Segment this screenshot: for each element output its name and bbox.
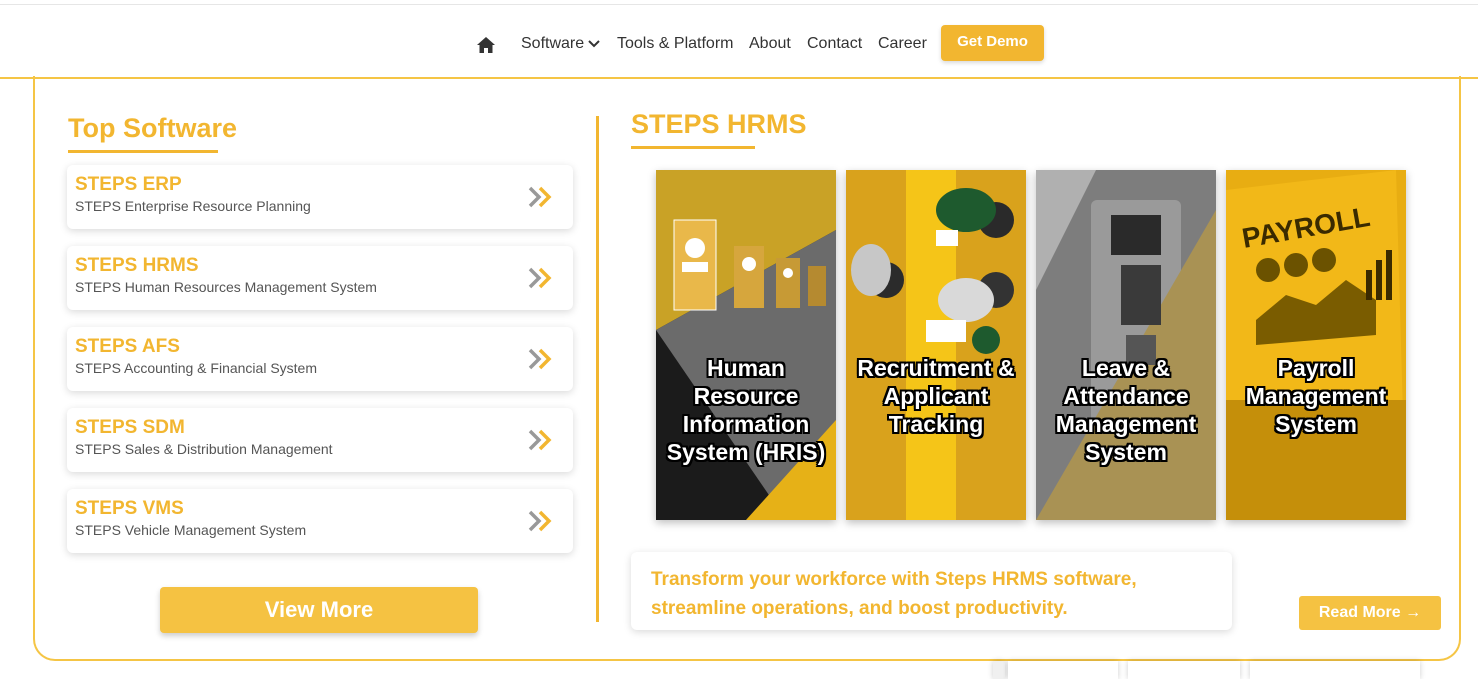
view-more-button[interactable]: View More	[160, 587, 478, 633]
tile-label: Human Resource Information System (HRIS)	[666, 355, 826, 465]
steps-hrms-title: STEPS HRMS	[631, 109, 807, 139]
double-chevron-right-icon	[528, 267, 552, 289]
background-card	[1008, 661, 1118, 679]
home-icon[interactable]	[476, 36, 496, 54]
nav-software-label: Software	[521, 35, 585, 52]
nav-contact[interactable]: Contact	[807, 35, 862, 53]
card-title: STEPS AFS	[75, 336, 180, 357]
software-card-erp[interactable]: STEPS ERP STEPS Enterprise Resource Plan…	[67, 165, 573, 229]
get-demo-button[interactable]: Get Demo	[941, 25, 1044, 61]
vertical-divider	[596, 116, 599, 622]
background-card	[1128, 661, 1240, 679]
card-subtitle: STEPS Sales & Distribution Management	[75, 441, 333, 457]
card-title: STEPS VMS	[75, 498, 184, 519]
top-divider	[0, 4, 1478, 5]
attendance-image	[1036, 170, 1216, 520]
card-title: STEPS SDM	[75, 417, 185, 438]
software-card-hrms[interactable]: STEPS HRMS STEPS Human Resources Managem…	[67, 246, 573, 310]
promo-card: Transform your workforce with Steps HRMS…	[631, 552, 1232, 630]
tile-label: Recruitment & Applicant Tracking	[857, 355, 1015, 437]
tile-label: Leave & Attendance Management System	[1055, 355, 1197, 465]
card-title: STEPS HRMS	[75, 255, 199, 276]
double-chevron-right-icon	[528, 429, 552, 451]
title-underline	[631, 146, 755, 149]
double-chevron-right-icon	[528, 186, 552, 208]
read-more-button[interactable]: Read More →	[1299, 596, 1441, 630]
recruitment-image	[846, 170, 1026, 520]
software-card-afs[interactable]: STEPS AFS STEPS Accounting & Financial S…	[67, 327, 573, 391]
tile-label: Payroll Management System	[1245, 355, 1387, 437]
nav-career[interactable]: Career	[878, 35, 927, 53]
nav-about[interactable]: About	[749, 35, 791, 53]
background-card	[1250, 661, 1420, 679]
tile-hris[interactable]: Human Resource Information System (HRIS)	[656, 170, 836, 520]
hris-image	[656, 170, 836, 520]
chevron-down-icon	[588, 40, 600, 48]
tile-payroll[interactable]: PAYROLL Payroll Management System	[1226, 170, 1406, 520]
card-subtitle: STEPS Enterprise Resource Planning	[75, 198, 311, 214]
software-card-sdm[interactable]: STEPS SDM STEPS Sales & Distribution Man…	[67, 408, 573, 472]
background-card-edge	[993, 661, 1005, 679]
nav-border	[0, 77, 1478, 79]
top-software-title: Top Software	[68, 113, 238, 143]
tile-leave-attendance[interactable]: Leave & Attendance Management System	[1036, 170, 1216, 520]
payroll-image: PAYROLL	[1226, 170, 1406, 520]
card-subtitle: STEPS Vehicle Management System	[75, 522, 307, 538]
card-subtitle: STEPS Accounting & Financial System	[75, 360, 317, 376]
tile-recruitment[interactable]: Recruitment & Applicant Tracking	[846, 170, 1026, 520]
promo-text: Transform your workforce with Steps HRMS…	[651, 569, 1137, 619]
software-card-vms[interactable]: STEPS VMS STEPS Vehicle Management Syste…	[67, 489, 573, 553]
nav-tools-platform[interactable]: Tools & Platform	[617, 35, 733, 53]
nav-software[interactable]: Software	[521, 35, 600, 53]
double-chevron-right-icon	[528, 348, 552, 370]
double-chevron-right-icon	[528, 510, 552, 532]
card-subtitle: STEPS Human Resources Management System	[75, 279, 377, 295]
title-underline	[68, 150, 218, 153]
card-title: STEPS ERP	[75, 174, 182, 195]
main-navigation: Software Tools & Platform About Contact …	[0, 24, 1478, 64]
